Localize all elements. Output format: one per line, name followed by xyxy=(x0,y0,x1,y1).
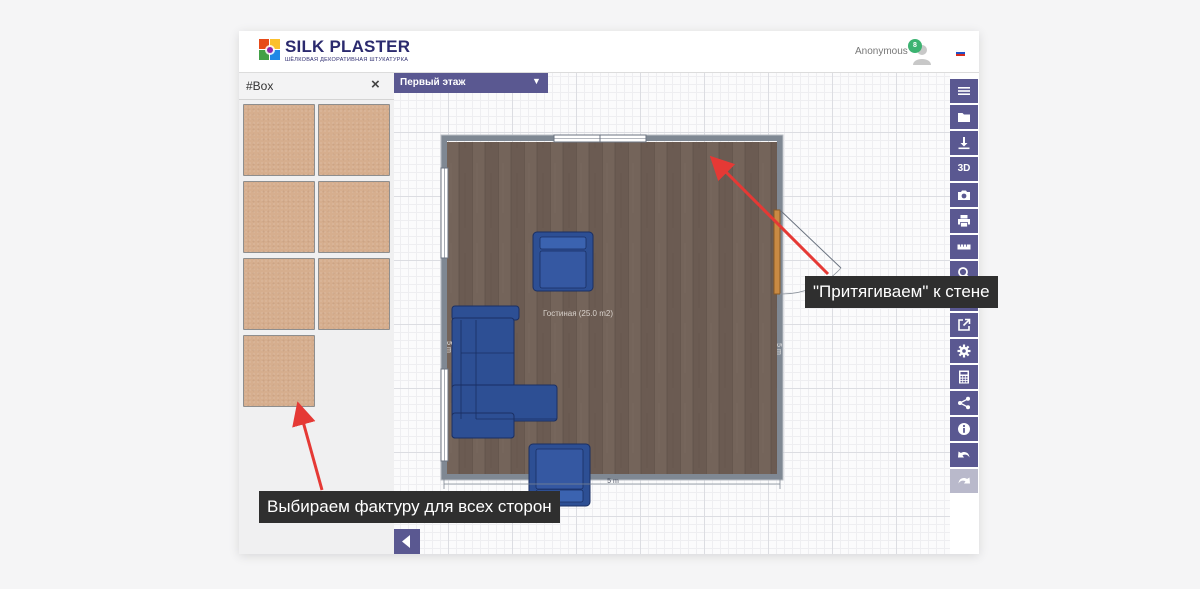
redo-icon xyxy=(958,477,970,484)
ruler-icon xyxy=(957,244,971,250)
sidebar-title: #Box xyxy=(246,79,274,93)
menu-icon xyxy=(958,87,970,95)
share-button[interactable] xyxy=(950,391,978,417)
info-icon xyxy=(958,423,970,435)
texture-tile[interactable] xyxy=(243,335,315,407)
floor-plan[interactable]: Гостиная (25.0 m2) 5 m 5 m 5 m xyxy=(394,73,950,554)
floor-select[interactable]: Первый этаж ▼ xyxy=(394,73,548,93)
left-window-top[interactable] xyxy=(440,167,449,259)
dim-bottom-label: 5 m xyxy=(607,478,619,485)
annotation-callout-snap: "Притягиваем" к стене xyxy=(805,276,998,308)
menu-button[interactable] xyxy=(950,79,978,105)
texture-tile[interactable] xyxy=(318,258,390,330)
top-window[interactable] xyxy=(553,134,647,143)
folder-icon xyxy=(958,113,970,122)
sidebar-header: #Box × xyxy=(239,73,394,100)
texture-tile[interactable] xyxy=(318,181,390,253)
camera-button[interactable] xyxy=(950,183,978,209)
external-link-button[interactable] xyxy=(950,313,978,339)
logo-icon xyxy=(259,39,280,60)
floor-plan-canvas[interactable]: Гостиная (25.0 m2) 5 m 5 m 5 m xyxy=(394,73,950,554)
texture-tile[interactable] xyxy=(243,258,315,330)
russian-flag-icon[interactable] xyxy=(956,50,965,56)
close-icon[interactable]: × xyxy=(371,76,380,93)
external-link-icon xyxy=(958,318,971,331)
undo-icon xyxy=(958,451,970,458)
dim-left-label: 5 m xyxy=(445,341,452,353)
logo-title: SILK PLASTER xyxy=(285,37,411,56)
3d-icon: 3D xyxy=(957,163,971,174)
3d-view-button[interactable]: 3D xyxy=(950,157,978,183)
annotation-callout-textures: Выбираем фактуру для всех сторон xyxy=(259,491,560,523)
share-icon xyxy=(958,396,970,410)
camera-icon xyxy=(958,190,970,200)
dimension-right: 5 m xyxy=(775,343,782,355)
ruler-button[interactable] xyxy=(950,235,978,261)
download-icon xyxy=(958,137,970,150)
chevron-down-icon: ▼ xyxy=(532,76,541,86)
print-icon xyxy=(958,215,970,228)
texture-tile[interactable] xyxy=(243,104,315,176)
room-label[interactable]: Гостиная (25.0 m2) xyxy=(543,309,613,318)
chevron-left-icon xyxy=(402,535,410,548)
settings-button[interactable] xyxy=(950,339,978,365)
redo-button[interactable] xyxy=(950,469,978,495)
dim-right-label: 5 m xyxy=(775,343,782,355)
info-button[interactable] xyxy=(950,417,978,443)
texture-tile[interactable] xyxy=(243,181,315,253)
collapse-panel-button[interactable] xyxy=(394,529,420,554)
print-button[interactable] xyxy=(950,209,978,235)
user-name[interactable]: Anonymous xyxy=(855,46,908,57)
open-button[interactable] xyxy=(950,105,978,131)
gear-icon xyxy=(957,344,971,358)
texture-tile[interactable] xyxy=(318,104,390,176)
armchair-top[interactable] xyxy=(532,231,594,292)
header-bar: SILK PLASTER ШЁЛКОВАЯ ДЕКОРАТИВНАЯ ШТУКА… xyxy=(239,31,979,73)
logo[interactable]: SILK PLASTER ШЁЛКОВАЯ ДЕКОРАТИВНАЯ ШТУКА… xyxy=(259,37,411,68)
calculator-icon xyxy=(959,370,969,384)
logo-subtitle: ШЁЛКОВАЯ ДЕКОРАТИВНАЯ ШТУКАТУРКА xyxy=(285,57,409,63)
left-window-bottom[interactable] xyxy=(440,368,449,462)
floor-select-label: Первый этаж xyxy=(400,77,466,88)
texture-sidebar: #Box × xyxy=(239,73,395,554)
calculator-button[interactable] xyxy=(950,365,978,391)
undo-button[interactable] xyxy=(950,443,978,469)
notification-badge[interactable]: 8 xyxy=(908,39,922,53)
download-button[interactable] xyxy=(950,131,978,157)
dimension-left: 5 m xyxy=(445,341,452,353)
